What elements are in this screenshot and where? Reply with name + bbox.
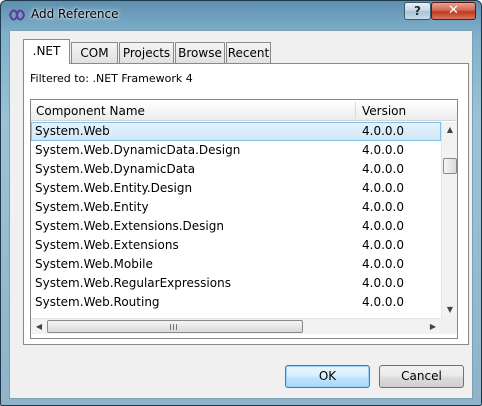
column-header-component-name[interactable]: Component Name bbox=[36, 104, 145, 118]
component-name: System.Web.Extensions bbox=[35, 238, 179, 252]
window-title: Add Reference bbox=[31, 7, 119, 21]
dialog-client-area: .NET COM Projects Browse Recent Filtered… bbox=[9, 30, 473, 399]
cancel-button[interactable]: Cancel bbox=[379, 365, 464, 388]
scroll-down-icon[interactable]: ▼ bbox=[442, 302, 457, 318]
tab-browse[interactable]: Browse bbox=[175, 42, 225, 63]
vertical-scroll-thumb[interactable] bbox=[443, 158, 457, 174]
scroll-right-icon[interactable]: ▶ bbox=[425, 319, 441, 335]
list-row[interactable]: System.Web.DynamicData 4.0.0.0 bbox=[31, 160, 441, 179]
net-tab-panel: Filtered to: .NET Framework 4 Component … bbox=[23, 63, 469, 345]
list-row[interactable]: System.Web.Extensions 4.0.0.0 bbox=[31, 236, 441, 255]
filter-label: Filtered to: .NET Framework 4 bbox=[30, 72, 193, 85]
component-version: 4.0.0.0 bbox=[362, 257, 404, 271]
component-version: 4.0.0.0 bbox=[362, 276, 404, 290]
list-row[interactable]: System.Web.Routing 4.0.0.0 bbox=[31, 293, 441, 312]
component-version: 4.0.0.0 bbox=[362, 200, 404, 214]
help-button[interactable]: ? bbox=[404, 2, 431, 20]
add-reference-dialog: Add Reference ? ✕ .NET COM Projects Brow… bbox=[0, 0, 482, 406]
list-row[interactable]: System.Web.RegularExpressions 4.0.0.0 bbox=[31, 274, 441, 293]
component-name: System.Web bbox=[35, 124, 110, 138]
component-name: System.Web.Mobile bbox=[35, 257, 153, 271]
horizontal-scroll-thumb[interactable] bbox=[47, 320, 303, 333]
component-name: System.Web.DynamicData.Design bbox=[35, 143, 241, 157]
ok-button[interactable]: OK bbox=[285, 365, 370, 388]
component-list[interactable]: Component Name Version System.Web 4.0.0.… bbox=[30, 99, 458, 339]
column-header-version[interactable]: Version bbox=[362, 104, 406, 118]
component-version: 4.0.0.0 bbox=[362, 295, 404, 309]
component-name: System.Web.Extensions.Design bbox=[35, 219, 224, 233]
component-version: 4.0.0.0 bbox=[362, 238, 404, 252]
vertical-scrollbar[interactable]: ▲ ▼ bbox=[441, 122, 457, 318]
tab-projects[interactable]: Projects bbox=[119, 42, 174, 63]
column-divider[interactable] bbox=[355, 102, 356, 119]
component-version: 4.0.0.0 bbox=[362, 143, 404, 157]
component-name: System.Web.Entity bbox=[35, 200, 149, 214]
component-version: 4.0.0.0 bbox=[362, 181, 404, 195]
list-row[interactable]: System.Web.DynamicData.Design 4.0.0.0 bbox=[31, 141, 441, 160]
list-row[interactable]: System.Web.Mobile 4.0.0.0 bbox=[31, 255, 441, 274]
component-name: System.Web.Routing bbox=[35, 295, 160, 309]
list-rows: System.Web 4.0.0.0 System.Web.DynamicDat… bbox=[31, 122, 441, 312]
tab-com[interactable]: COM bbox=[71, 42, 118, 63]
scrollbar-corner bbox=[441, 318, 457, 334]
list-row[interactable]: System.Web.Extensions.Design 4.0.0.0 bbox=[31, 217, 441, 236]
horizontal-scrollbar[interactable]: ◀ ▶ bbox=[31, 318, 441, 334]
component-version: 4.0.0.0 bbox=[362, 162, 404, 176]
component-version: 4.0.0.0 bbox=[362, 219, 404, 233]
title-bar[interactable]: Add Reference ? ✕ bbox=[1, 1, 481, 29]
scroll-left-icon[interactable]: ◀ bbox=[31, 319, 47, 335]
list-row[interactable]: System.Web.Entity.Design 4.0.0.0 bbox=[31, 179, 441, 198]
component-name: System.Web.DynamicData bbox=[35, 162, 196, 176]
list-header: Component Name Version bbox=[31, 100, 457, 121]
component-name: System.Web.Entity.Design bbox=[35, 181, 193, 195]
visual-studio-icon bbox=[9, 9, 25, 21]
close-button[interactable]: ✕ bbox=[431, 2, 476, 20]
tab-recent[interactable]: Recent bbox=[226, 42, 271, 63]
list-row-selected[interactable]: System.Web 4.0.0.0 bbox=[31, 122, 441, 141]
list-row[interactable]: System.Web.Entity 4.0.0.0 bbox=[31, 198, 441, 217]
scroll-grip-icon bbox=[170, 324, 179, 330]
scroll-up-icon[interactable]: ▲ bbox=[442, 122, 457, 138]
component-name: System.Web.RegularExpressions bbox=[35, 276, 231, 290]
component-version: 4.0.0.0 bbox=[362, 124, 404, 138]
tab-net[interactable]: .NET bbox=[23, 39, 70, 64]
